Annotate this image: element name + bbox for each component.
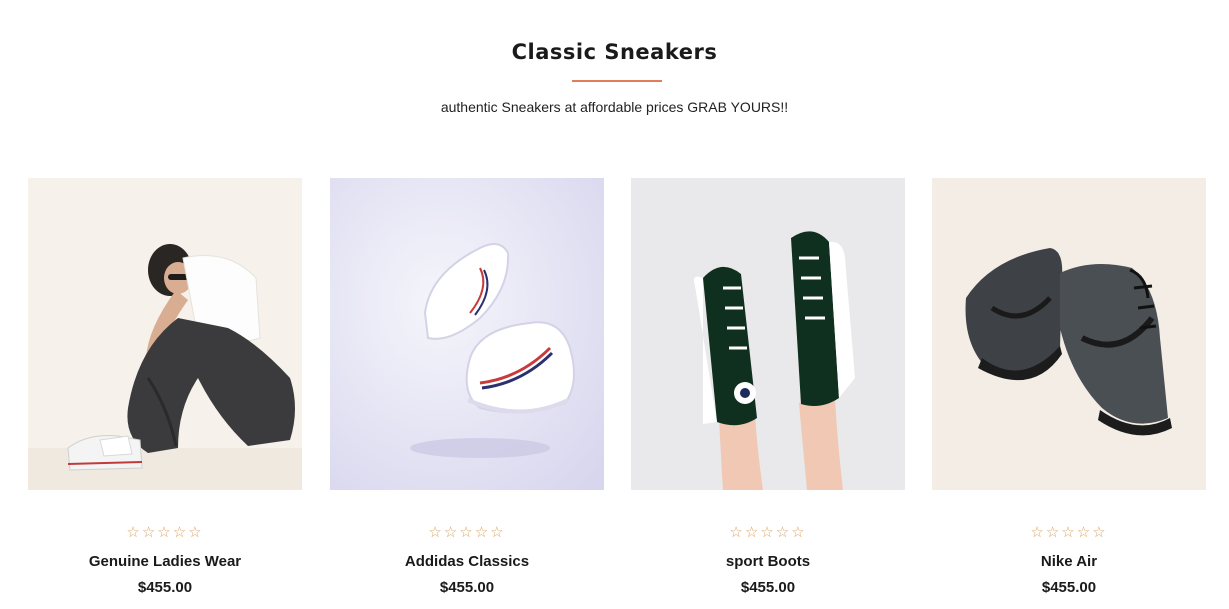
star-outline-icon: ☆	[172, 524, 189, 541]
star-outline-icon: ☆	[760, 524, 776, 541]
star-outline-icon: ☆	[459, 524, 475, 541]
product-image[interactable]	[28, 178, 302, 490]
product-image[interactable]	[330, 178, 604, 490]
star-outline-icon: ☆	[1092, 524, 1108, 541]
title-underline	[572, 80, 662, 82]
rating-stars: ☆☆☆☆☆	[631, 525, 905, 541]
green-high-tops-image	[631, 178, 905, 490]
star-outline-icon: ☆	[1030, 524, 1046, 541]
product-name[interactable]: Genuine Ladies Wear	[28, 553, 302, 570]
product-price: $455.00	[137, 579, 193, 596]
product-card-sport-boots[interactable]: ☆☆☆☆☆ sport Boots $455.00	[631, 178, 905, 596]
star-outline-icon: ☆	[729, 524, 745, 541]
star-outline-icon: ☆	[126, 524, 142, 541]
star-outline-icon: ☆	[1061, 524, 1077, 541]
star-outline-icon: ☆	[791, 524, 807, 541]
product-name[interactable]: Nike Air	[932, 553, 1206, 570]
product-card-addidas-classics[interactable]: ☆☆☆☆☆ Addidas Classics $455.00	[330, 178, 604, 596]
star-outline-icon: ☆	[141, 524, 158, 541]
product-name[interactable]: sport Boots	[631, 553, 905, 570]
product-card-nike-air[interactable]: ☆☆☆☆☆ Nike Air $455.00	[932, 178, 1206, 596]
star-outline-icon: ☆	[428, 524, 444, 541]
star-outline-icon: ☆	[775, 524, 792, 541]
section-title: Classic Sneakers	[511, 40, 718, 64]
star-outline-icon: ☆	[490, 524, 506, 541]
star-outline-icon: ☆	[443, 524, 460, 541]
star-outline-icon: ☆	[157, 524, 173, 541]
rating-stars: ☆☆☆☆☆	[330, 525, 604, 541]
white-sneakers-image	[330, 178, 604, 490]
section-subtitle: authentic Sneakers at affordable prices …	[440, 99, 789, 115]
star-outline-icon: ☆	[188, 524, 204, 541]
product-price: $455.00	[439, 579, 495, 596]
product-card-genuine-ladies-wear[interactable]: ☆☆☆☆☆ Genuine Ladies Wear $455.00	[28, 178, 302, 596]
rating-stars: ☆☆☆☆☆	[28, 525, 302, 541]
product-image[interactable]	[631, 178, 905, 490]
star-outline-icon: ☆	[1045, 524, 1062, 541]
star-outline-icon: ☆	[1076, 524, 1093, 541]
woman-in-sneakers-image	[28, 178, 302, 490]
product-image[interactable]	[932, 178, 1206, 490]
product-price: $455.00	[1041, 579, 1097, 596]
rating-stars: ☆☆☆☆☆	[932, 525, 1206, 541]
product-price: $455.00	[740, 579, 796, 596]
star-outline-icon: ☆	[744, 524, 761, 541]
black-high-tops-image	[932, 178, 1206, 490]
star-outline-icon: ☆	[474, 524, 491, 541]
product-name[interactable]: Addidas Classics	[330, 553, 604, 570]
